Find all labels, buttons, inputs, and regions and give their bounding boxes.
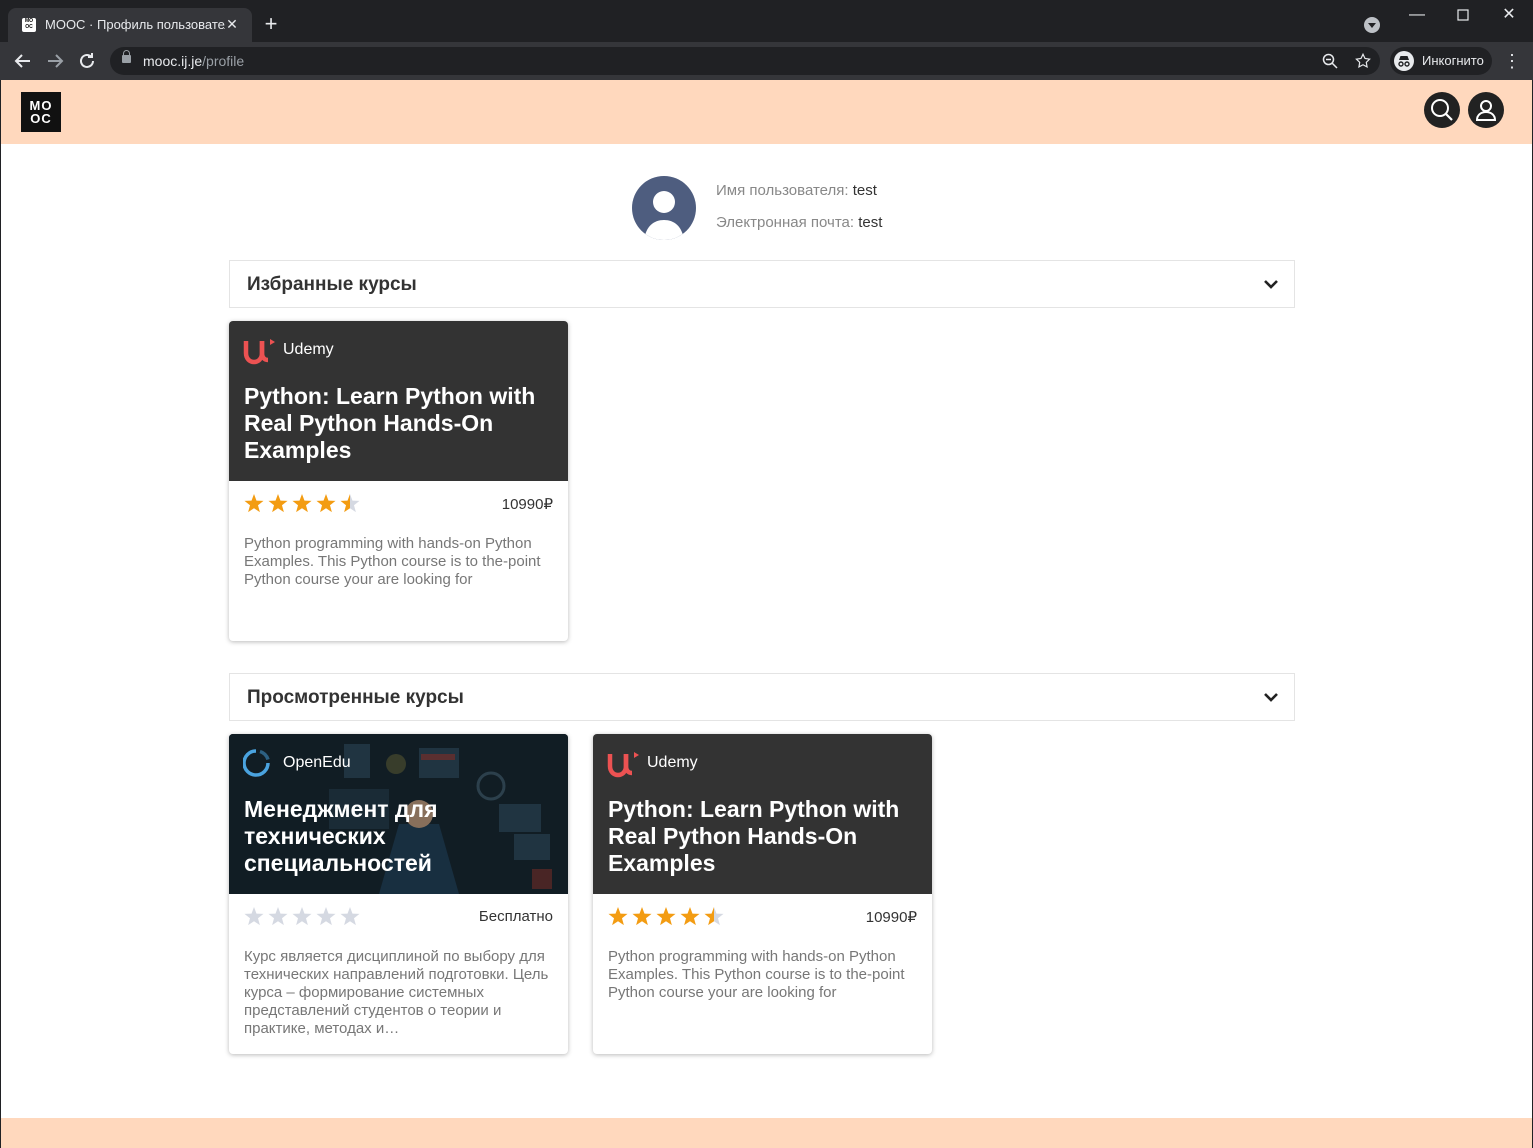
provider-name: Udemy — [283, 341, 334, 358]
browser-tab-strip: MO OC MOOC · Профиль пользователя ✕ + — … — [0, 0, 1533, 42]
favorites-section-title: Избранные курсы — [247, 274, 417, 295]
favorites-section-header[interactable]: Избранные курсы — [229, 260, 1295, 308]
course-card-header: Udemy Python: Learn Python with Real Pyt… — [229, 321, 568, 481]
browser-menu-icon[interactable]: ⋮ — [1503, 51, 1521, 71]
user-profile-button[interactable] — [1468, 92, 1504, 128]
site-footer — [1, 1118, 1532, 1148]
bookmark-star-icon[interactable] — [1354, 52, 1372, 70]
tab-title: MOOC · Профиль пользователя — [45, 17, 225, 32]
rating-stars — [244, 494, 360, 513]
forward-arrow-icon[interactable] — [43, 49, 67, 73]
rating-stars — [608, 907, 724, 926]
zoom-icon[interactable] — [1322, 53, 1338, 69]
email-label: Электронная почта: — [716, 214, 855, 231]
course-card-fav1[interactable]: Udemy Python: Learn Python with Real Pyt… — [229, 321, 568, 641]
openedu-logo-icon — [243, 749, 270, 777]
user-icon — [1475, 100, 1497, 121]
star-icon — [704, 907, 724, 926]
star-icon — [244, 907, 264, 926]
site-header: MO OC — [1, 80, 1532, 144]
incognito-label: Инкогнито — [1422, 53, 1484, 68]
course-title[interactable]: Python: Learn Python with Real Python Ha… — [608, 796, 918, 877]
star-icon — [316, 907, 336, 926]
reload-icon[interactable] — [75, 49, 99, 73]
star-icon — [656, 907, 676, 926]
star-icon — [268, 907, 288, 926]
browser-toolbar: mooc.ij.je/profile Инкогнито ⋮ — [0, 42, 1533, 80]
star-icon — [632, 907, 652, 926]
course-card-viewed2[interactable]: Udemy Python: Learn Python with Real Pyt… — [593, 734, 932, 1054]
browser-tab[interactable]: MO OC MOOC · Профиль пользователя ✕ — [8, 8, 252, 42]
search-icon — [1431, 99, 1453, 121]
email-row: Электронная почта: test — [716, 214, 882, 231]
course-price: 10990₽ — [501, 496, 553, 513]
tab-favicon-icon: MO OC — [22, 18, 36, 32]
tab-close-icon[interactable]: ✕ — [222, 14, 242, 34]
username-row: Имя пользователя: test — [716, 182, 877, 199]
course-description: Python programming with hands-on Python … — [608, 948, 905, 1001]
star-icon — [340, 907, 360, 926]
course-card-viewed1[interactable]: OpenEdu Менеджмент для технических специ… — [229, 734, 568, 1054]
udemy-logo-icon — [243, 339, 275, 365]
page-viewport: MO OC Имя пользователя: test Электронная … — [1, 80, 1532, 1148]
course-price: 10990₽ — [865, 909, 917, 926]
star-icon — [608, 907, 628, 926]
course-card-header: OpenEdu Менеджмент для технических специ… — [229, 734, 568, 894]
chevron-down-icon[interactable] — [1262, 275, 1280, 293]
incognito-badge[interactable]: Инкогнито — [1390, 47, 1492, 75]
lock-icon — [122, 50, 131, 63]
star-icon — [244, 494, 264, 513]
star-icon — [340, 494, 360, 513]
minimize-icon[interactable]: — — [1394, 0, 1440, 32]
star-icon — [292, 494, 312, 513]
course-description: Курс является дисциплиной по выбору для … — [244, 948, 549, 1037]
viewed-section-header[interactable]: Просмотренные курсы — [229, 673, 1295, 721]
chevron-down-icon[interactable] — [1262, 688, 1280, 706]
course-card-header: Udemy Python: Learn Python with Real Pyt… — [593, 734, 932, 894]
tab-search-icon[interactable] — [1364, 17, 1380, 33]
provider-name: OpenEdu — [283, 754, 351, 771]
course-price: Бесплатно — [478, 908, 553, 925]
window-close-icon[interactable]: ✕ — [1486, 0, 1532, 32]
avatar-silhouette-icon — [644, 191, 684, 240]
course-description: Python programming with hands-on Python … — [244, 535, 541, 588]
viewed-section-title: Просмотренные курсы — [247, 687, 464, 708]
udemy-logo-icon — [607, 752, 639, 778]
address-bar[interactable]: mooc.ij.je/profile — [110, 47, 1380, 75]
email-value: test — [858, 214, 883, 231]
course-title[interactable]: Python: Learn Python with Real Python Ha… — [244, 383, 554, 464]
new-tab-plus-icon[interactable]: + — [260, 13, 282, 35]
search-button[interactable] — [1424, 92, 1460, 128]
maximize-icon[interactable] — [1440, 0, 1486, 32]
username-value: test — [852, 182, 877, 199]
profile-avatar — [632, 176, 696, 240]
course-title[interactable]: Менеджмент для технических специальносте… — [244, 796, 554, 877]
star-icon — [316, 494, 336, 513]
rating-stars — [244, 907, 360, 926]
star-icon — [268, 494, 288, 513]
username-label: Имя пользователя: — [716, 182, 849, 199]
star-icon — [680, 907, 700, 926]
incognito-icon — [1394, 51, 1414, 71]
star-icon — [292, 907, 312, 926]
provider-name: Udemy — [647, 754, 698, 771]
url-text: mooc.ij.je/profile — [143, 53, 245, 69]
back-arrow-icon[interactable] — [11, 49, 35, 73]
site-logo[interactable]: MO OC — [21, 92, 61, 132]
